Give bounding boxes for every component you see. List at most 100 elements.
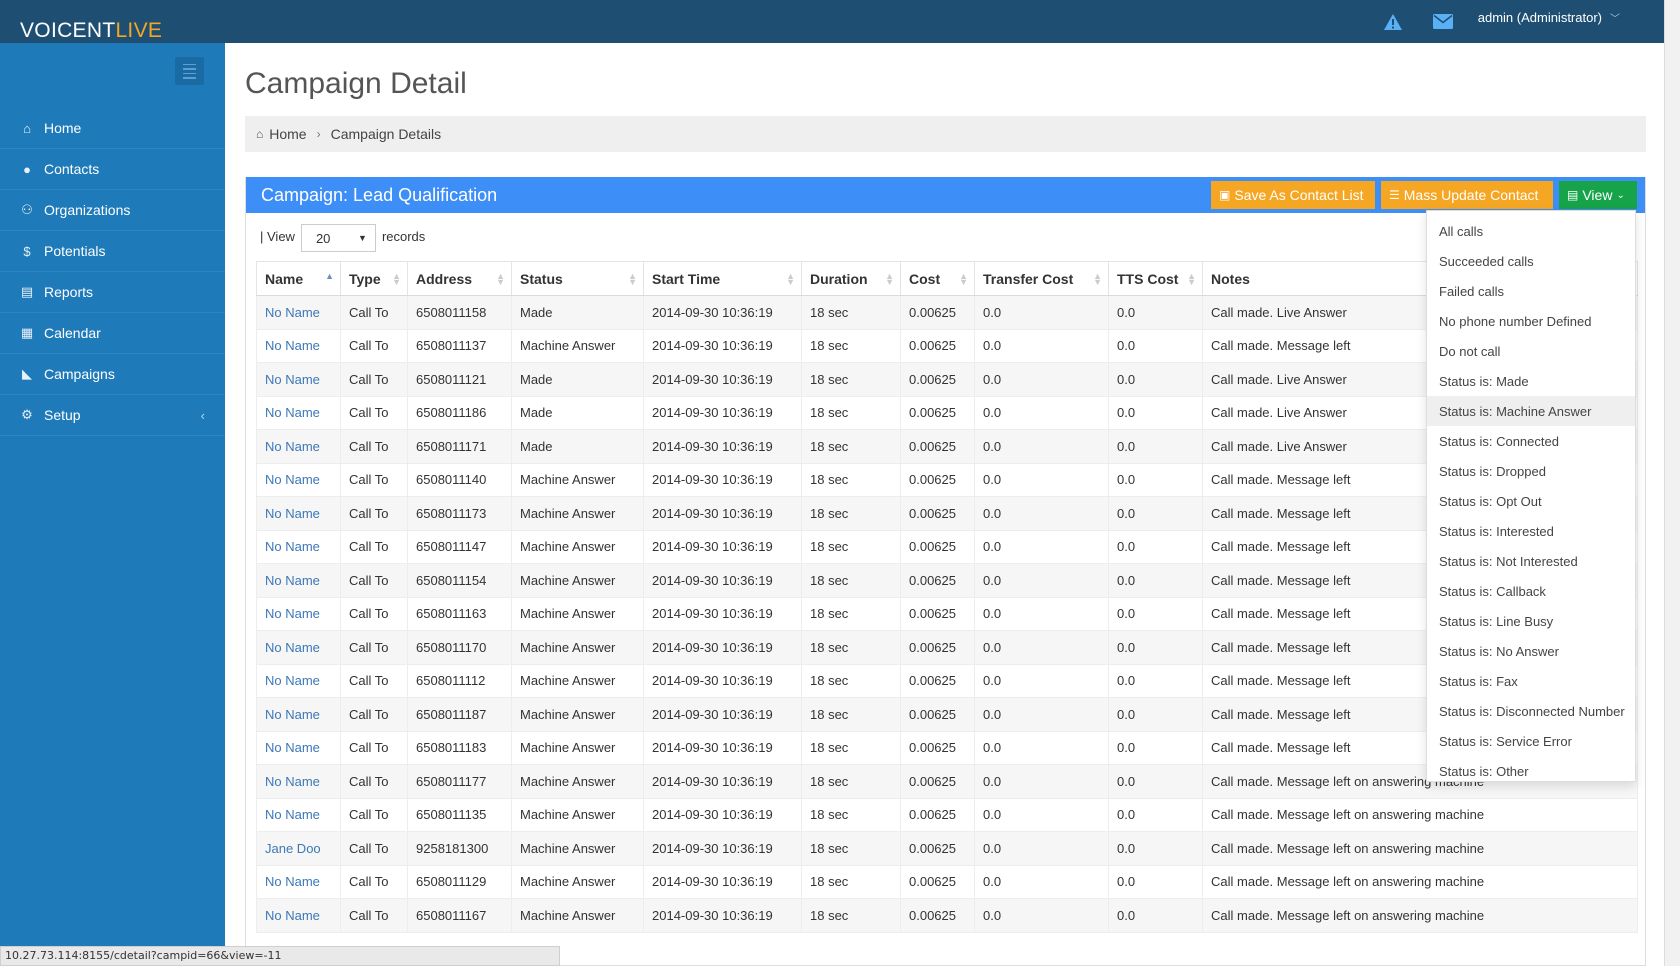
view-menu-item[interactable]: Status is: Fax	[1427, 666, 1635, 696]
column-header-transfer-cost[interactable]: Transfer Cost ▲ ▼	[974, 261, 1109, 296]
view-menu-item[interactable]: Status is: Service Error	[1427, 726, 1635, 756]
cell-status: Machine Answer	[511, 630, 644, 665]
sidebar-item-reports[interactable]: ▤ Reports	[0, 272, 225, 313]
column-header-status[interactable]: Status ▲ ▼	[511, 261, 644, 296]
column-header-address[interactable]: Address ▲ ▼	[407, 261, 512, 296]
view-menu-item[interactable]: Failed calls	[1427, 276, 1635, 306]
cell-name[interactable]: No Name	[256, 529, 341, 564]
view-menu-item[interactable]: All calls	[1427, 216, 1635, 246]
cell-start-time: 2014-09-30 10:36:19	[643, 429, 802, 464]
sidebar-item-calendar[interactable]: ▦ Calendar	[0, 313, 225, 354]
view-menu-item[interactable]: No phone number Defined	[1427, 306, 1635, 336]
view-menu-item[interactable]: Status is: Not Interested	[1427, 546, 1635, 576]
view-menu-item[interactable]: Status is: Machine Answer	[1427, 396, 1635, 426]
cell-transfer-cost: 0.0	[974, 697, 1109, 732]
view-menu-item[interactable]: Status is: Other	[1427, 756, 1635, 786]
cell-name[interactable]: No Name	[256, 797, 341, 832]
column-header-tts-cost[interactable]: TTS Cost ▲ ▼	[1108, 261, 1203, 296]
table-row[interactable]: No Name Call To 6508011167 Machine Answer 20…	[256, 898, 1638, 933]
cell-notes: Call made. Message left on answering mac…	[1202, 864, 1638, 899]
view-menu-item[interactable]: Status is: Disconnected Number	[1427, 696, 1635, 726]
cell-name[interactable]: No Name	[256, 663, 341, 698]
view-prefix: | View	[260, 228, 295, 244]
cell-type: Call To	[340, 496, 408, 531]
view-menu-item[interactable]: Status is: Made	[1427, 366, 1635, 396]
cell-status: Machine Answer	[511, 797, 644, 832]
cell-status: Machine Answer	[511, 462, 644, 497]
table-row[interactable]: Jane Doo Call To 9258181300 Machine Answer 2…	[256, 831, 1638, 866]
cell-duration: 18 sec	[801, 496, 901, 531]
envelope-icon[interactable]	[1428, 7, 1458, 37]
home-icon: ⌂	[256, 127, 264, 141]
view-menu-item[interactable]: Status is: Callback	[1427, 576, 1635, 606]
cell-name[interactable]: No Name	[256, 462, 341, 497]
column-header-start-time[interactable]: Start Time ▲ ▼	[643, 261, 802, 296]
view-menu-item[interactable]: Succeeded calls	[1427, 246, 1635, 276]
column-header-cost[interactable]: Cost ▲ ▼	[900, 261, 975, 296]
view-menu-item[interactable]: Status is: Interested	[1427, 516, 1635, 546]
user-menu[interactable]: admin (Administrator) ﹀	[1478, 10, 1620, 25]
dollar-icon: $	[23, 243, 31, 259]
column-header-label: Status	[520, 270, 563, 287]
top-bar: VOICENTLIVE admin (Administrator) ﹀	[0, 0, 1680, 43]
cell-name[interactable]: No Name	[256, 328, 341, 363]
cell-tts-cost: 0.0	[1108, 797, 1203, 832]
cell-name[interactable]: No Name	[256, 429, 341, 464]
sidebar-item-setup[interactable]: ⚙ Setup ‹	[0, 395, 225, 436]
view-menu-item[interactable]: Do not call	[1427, 336, 1635, 366]
view-dropdown-button[interactable]: ▤ View ⌄	[1559, 181, 1637, 209]
cell-name[interactable]: No Name	[256, 764, 341, 799]
cell-type: Call To	[340, 864, 408, 899]
cell-name[interactable]: No Name	[256, 496, 341, 531]
cell-duration: 18 sec	[801, 831, 901, 866]
records-per-page-select[interactable]: 20 ▼	[300, 224, 376, 252]
gears-icon: ⚙	[21, 407, 33, 422]
warning-icon[interactable]	[1378, 7, 1408, 37]
brand-logo[interactable]: VOICENTLIVE	[20, 20, 162, 42]
cell-name[interactable]: No Name	[256, 864, 341, 899]
view-menu-item[interactable]: Status is: No Answer	[1427, 636, 1635, 666]
column-header-name[interactable]: Name ▲	[256, 261, 341, 296]
cell-name[interactable]: No Name	[256, 596, 341, 631]
cell-name[interactable]: Jane Doo	[256, 831, 341, 866]
page-scrollbar[interactable]	[1664, 0, 1680, 966]
sidebar-toggle-button[interactable]	[175, 57, 204, 85]
cell-name[interactable]: No Name	[256, 395, 341, 430]
cell-name[interactable]: No Name	[256, 898, 341, 933]
sidebar-item-organizations[interactable]: ⚇ Organizations	[0, 190, 225, 231]
cell-start-time: 2014-09-30 10:36:19	[643, 630, 802, 665]
cell-tts-cost: 0.0	[1108, 295, 1203, 330]
view-menu-item[interactable]: Status is: Opt Out	[1427, 486, 1635, 516]
mass-update-contact-button[interactable]: ☰ Mass Update Contact	[1381, 181, 1553, 209]
save-as-contact-list-button[interactable]: ▣ Save As Contact List	[1211, 181, 1375, 209]
view-menu-item[interactable]: Status is: Dropped	[1427, 456, 1635, 486]
cell-start-time: 2014-09-30 10:36:19	[643, 596, 802, 631]
view-menu-item[interactable]: Status is: Connected	[1427, 426, 1635, 456]
cell-transfer-cost: 0.0	[974, 328, 1109, 363]
sidebar-item-home[interactable]: ⌂ Home	[0, 108, 225, 149]
brand-live: LIVE	[115, 19, 163, 42]
sort-icon: ▲ ▼	[959, 271, 968, 287]
table-row[interactable]: No Name Call To 6508011135 Machine Answer 20…	[256, 797, 1638, 832]
cell-tts-cost: 0.0	[1108, 328, 1203, 363]
breadcrumb-home-link[interactable]: Home	[269, 126, 306, 142]
sidebar-item-potentials[interactable]: $ Potentials	[0, 231, 225, 272]
view-menu-item[interactable]: Status is: Line Busy	[1427, 606, 1635, 636]
cell-address: 6508011129	[407, 864, 512, 899]
cell-name[interactable]: No Name	[256, 295, 341, 330]
column-header-type[interactable]: Type ▲ ▼	[340, 261, 408, 296]
column-header-duration[interactable]: Duration ▲ ▼	[801, 261, 901, 296]
cell-status: Machine Answer	[511, 496, 644, 531]
sidebar-item-contacts[interactable]: ● Contacts	[0, 149, 225, 190]
cell-name[interactable]: No Name	[256, 730, 341, 765]
table-row[interactable]: No Name Call To 6508011129 Machine Answer 20…	[256, 864, 1638, 899]
sidebar-item-campaigns[interactable]: ◣ Campaigns	[0, 354, 225, 395]
cell-name[interactable]: No Name	[256, 697, 341, 732]
cell-address: 6508011186	[407, 395, 512, 430]
cell-name[interactable]: No Name	[256, 630, 341, 665]
cell-name[interactable]: No Name	[256, 362, 341, 397]
cell-name[interactable]: No Name	[256, 563, 341, 598]
campaign-title: Campaign: Lead Qualification	[261, 184, 498, 205]
cell-duration: 18 sec	[801, 362, 901, 397]
cell-type: Call To	[340, 462, 408, 497]
